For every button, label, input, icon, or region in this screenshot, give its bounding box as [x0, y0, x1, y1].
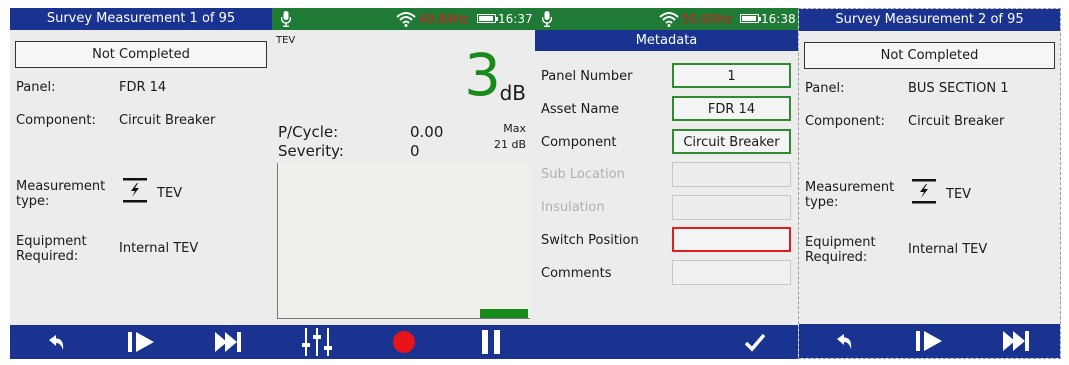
panel-value: BUS SECTION 1 [908, 81, 1009, 96]
survey-measurement-panel-2: Survey Measurement 2 of 95 Not Completed… [798, 8, 1061, 359]
panel-value: FDR 14 [119, 80, 167, 95]
measurement-type-label: Measurement type: [16, 179, 106, 209]
mode-label: TEV [276, 35, 296, 46]
level-bar [480, 309, 528, 318]
panel-title: Survey Measurement 1 of 95 [10, 8, 272, 30]
switch-position-label: Switch Position [541, 233, 639, 248]
bottom-toolbar [799, 324, 1060, 358]
survey-measurement-panel-1: Survey Measurement 1 of 95 Not Completed… [10, 8, 272, 359]
pcycle-label: P/Cycle: [278, 123, 339, 141]
sub-location-field [672, 162, 791, 187]
comments-field[interactable] [672, 260, 791, 285]
panel-number-label: Panel Number [541, 69, 633, 84]
pcycle-value: 0.00 [410, 123, 444, 141]
back-button[interactable] [30, 325, 80, 359]
level-graph [277, 163, 530, 319]
confirm-button[interactable] [730, 325, 780, 359]
pause-icon [482, 330, 500, 354]
status-badge: Not Completed [15, 41, 267, 68]
frequency-readout: 49.84Hz [419, 12, 469, 26]
battery-icon [477, 14, 498, 23]
microphone-icon [542, 11, 552, 27]
switch-position-field[interactable] [672, 227, 791, 252]
insulation-field [672, 195, 791, 220]
settings-button[interactable] [292, 325, 342, 359]
max-label: Max [503, 122, 526, 135]
equipment-required-label: Equipment Required: [805, 235, 876, 265]
component-value: Circuit Breaker [119, 113, 216, 128]
measurement-type-value: TEV [946, 187, 972, 202]
panel-number-field[interactable]: 1 [672, 63, 791, 88]
status-bar: 50.00Hz 16:38 [535, 8, 798, 30]
asset-name-field[interactable]: FDR 14 [672, 96, 791, 121]
step-forward-button[interactable] [904, 324, 954, 358]
skip-forward-icon [215, 332, 241, 352]
skip-forward-button[interactable] [991, 324, 1041, 358]
record-button[interactable] [379, 325, 429, 359]
severity-value: 0 [410, 142, 420, 160]
battery-icon [740, 14, 761, 23]
skip-forward-icon [1003, 331, 1029, 351]
comments-label: Comments [541, 266, 612, 281]
skip-forward-button[interactable] [203, 325, 253, 359]
sub-location-label: Sub Location [541, 167, 625, 182]
component-label: Component: [805, 114, 885, 129]
wifi-icon [396, 12, 416, 27]
insulation-label: Insulation [541, 200, 605, 215]
clock: 16:37 [498, 12, 533, 26]
reading-unit: dB [499, 81, 526, 105]
equipment-required-value: Internal TEV [119, 241, 199, 256]
wifi-icon [659, 12, 679, 27]
step-forward-icon [128, 332, 154, 352]
panel-label: Panel: [805, 81, 845, 96]
pause-button[interactable] [466, 325, 516, 359]
tev-reading-panel: 49.84Hz 16:37 TEV 3 dB P/Cycle: Severity… [272, 8, 535, 359]
checkmark-icon [744, 333, 766, 352]
clock: 16:38 [761, 12, 796, 26]
sliders-icon [302, 328, 332, 356]
component-value: Circuit Breaker [908, 114, 1005, 129]
metadata-panel: 50.00Hz 16:38 Metadata Panel Number 1 As… [535, 8, 798, 359]
measurement-type-label: Measurement type: [805, 180, 895, 210]
microphone-icon [281, 11, 291, 27]
bottom-toolbar [272, 325, 535, 359]
back-arrow-icon [49, 335, 64, 350]
bottom-toolbar [535, 325, 798, 359]
component-field[interactable]: Circuit Breaker [672, 129, 791, 154]
equipment-required-label: Equipment Required: [16, 234, 87, 264]
step-forward-button[interactable] [116, 325, 166, 359]
component-label: Component [541, 135, 617, 150]
status-badge: Not Completed [804, 42, 1055, 69]
frequency-readout: 50.00Hz [682, 12, 732, 26]
panel-label: Panel: [16, 80, 56, 95]
bottom-toolbar [10, 325, 272, 359]
tev-sensor-icon [912, 179, 936, 205]
max-value: 21 dB [493, 138, 526, 151]
severity-label: Severity: [278, 142, 344, 160]
reading-value: 3 [464, 41, 501, 109]
record-icon [393, 331, 415, 353]
measurement-type-value: TEV [157, 186, 183, 201]
status-bar: 49.84Hz 16:37 [272, 8, 535, 30]
panel-title: Survey Measurement 2 of 95 [799, 9, 1060, 31]
metadata-title: Metadata [535, 30, 798, 51]
component-label: Component: [16, 113, 96, 128]
equipment-required-value: Internal TEV [908, 242, 988, 257]
step-forward-icon [916, 331, 942, 351]
asset-name-label: Asset Name [541, 102, 620, 117]
back-arrow-icon [837, 334, 852, 349]
back-button[interactable] [818, 324, 868, 358]
tev-sensor-icon [123, 178, 147, 204]
